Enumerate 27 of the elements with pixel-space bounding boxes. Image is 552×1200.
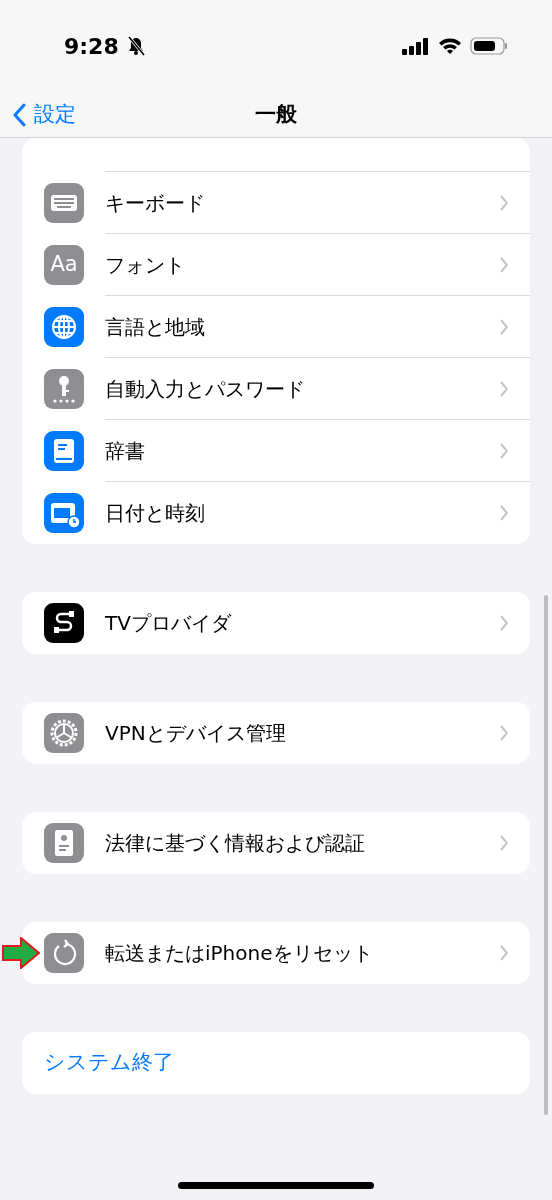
settings-item[interactable]: 自動入力とパスワード xyxy=(105,373,305,404)
wifi-icon xyxy=(438,37,462,55)
settings-item[interactable]: フォント xyxy=(105,249,185,280)
chevron-icon xyxy=(500,505,508,521)
shutdown-link[interactable]: システム終了 xyxy=(44,1047,174,1079)
battery-icon xyxy=(470,37,508,55)
chevron-icon xyxy=(500,318,508,335)
chevron-icon xyxy=(500,725,508,741)
chevron-icon xyxy=(500,194,508,211)
settings-item[interactable]: VPNとデバイス管理 xyxy=(105,718,286,748)
settings-item[interactable]: 辞書 xyxy=(105,435,145,466)
settings-item[interactable]: TVプロバイダ xyxy=(105,608,231,638)
chevron-icon xyxy=(500,380,508,397)
chevron-icon xyxy=(500,945,508,961)
chevron-icon xyxy=(500,835,508,851)
back-chevron-icon xyxy=(12,103,26,127)
chevron-icon xyxy=(500,615,508,631)
settings-item[interactable]: 日付と時刻 xyxy=(105,498,205,528)
settings-item[interactable]: キーボード xyxy=(105,187,205,218)
chevron-icon xyxy=(500,256,508,273)
page-title: 一般 xyxy=(255,101,297,129)
font-icon: Aa xyxy=(44,245,84,285)
status-time: 9:28 xyxy=(64,32,119,61)
settings-item[interactable]: 言語と地域 xyxy=(105,311,205,342)
signal-icon xyxy=(402,37,430,55)
chevron-icon xyxy=(500,442,508,459)
back-button[interactable]: 設定 xyxy=(12,99,76,131)
